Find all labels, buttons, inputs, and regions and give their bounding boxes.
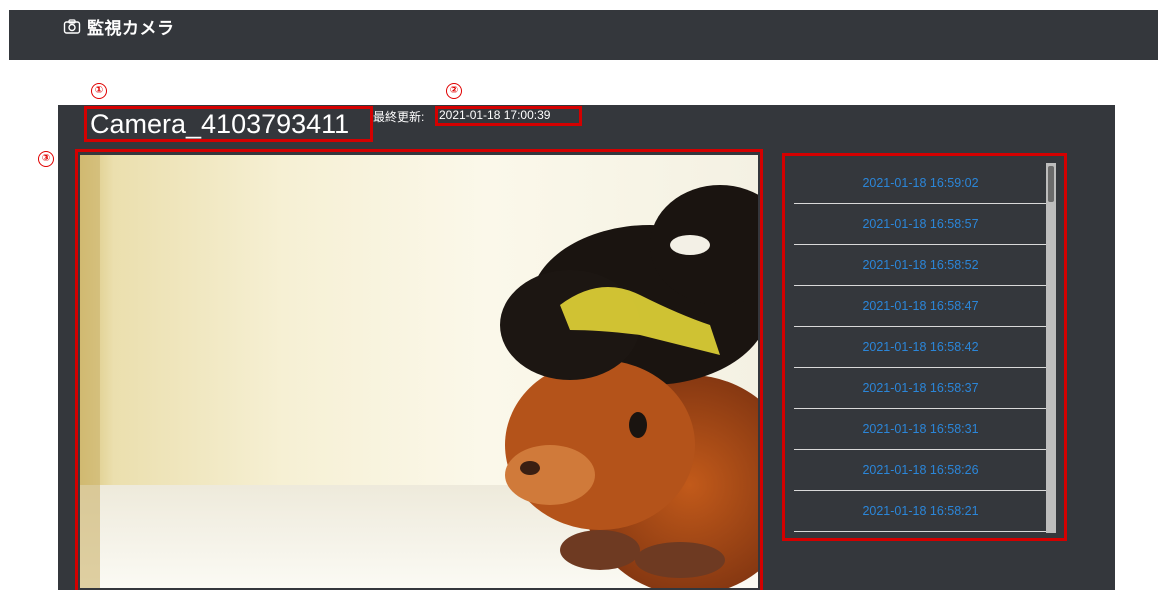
last-updated-label: 最終更新: — [373, 110, 425, 124]
app-title: 監視カメラ — [63, 14, 175, 39]
camera-icon — [63, 18, 81, 36]
annotation-marker-1: ① — [91, 83, 107, 99]
annotation-marker-3: ③ — [38, 151, 54, 167]
annotation-box-3 — [75, 149, 763, 590]
annotation-box-1 — [84, 106, 373, 142]
annotation-box-2 — [435, 106, 582, 126]
app-title-text: 監視カメラ — [87, 19, 175, 38]
annotation-box-4 — [782, 153, 1067, 541]
top-bar — [9, 10, 1158, 60]
annotation-marker-2: ② — [446, 83, 462, 99]
